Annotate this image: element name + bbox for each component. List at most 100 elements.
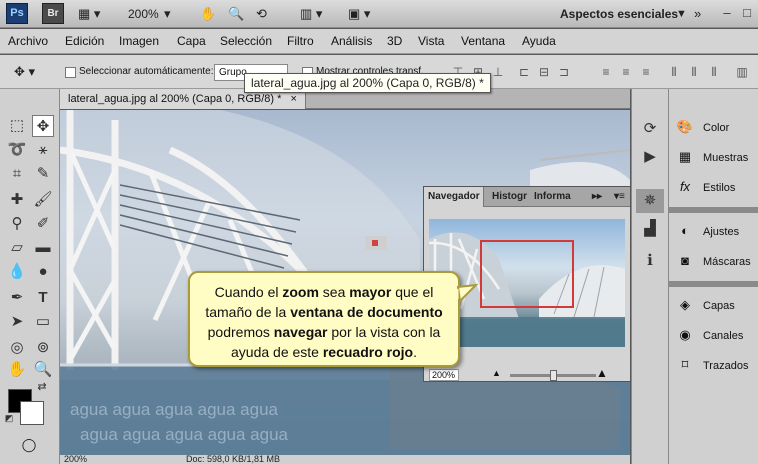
auto-align-icon[interactable]: ▥ bbox=[734, 64, 750, 80]
menu-filtro[interactable]: Filtro bbox=[287, 29, 314, 54]
distribute-hcenter-icon[interactable]: ⫴ bbox=[686, 64, 702, 80]
zoom-in-icon[interactable]: ▲ bbox=[596, 366, 608, 380]
menu-edicion[interactable]: Edición bbox=[65, 29, 104, 54]
hand-tool-panel-icon[interactable]: ✋ bbox=[6, 359, 28, 381]
zoom-level-select[interactable]: 200% bbox=[128, 4, 159, 24]
panel-label: Trazados bbox=[703, 360, 749, 372]
panel-capas[interactable]: ◈ Capas bbox=[675, 294, 757, 316]
panel-label: Estilos bbox=[703, 182, 736, 194]
callout-bold: mayor bbox=[349, 284, 392, 300]
panel-mascaras[interactable]: ◙ Máscaras bbox=[675, 250, 757, 272]
histogram-panel-icon[interactable]: ▟ bbox=[636, 217, 664, 241]
crop-tool-icon[interactable]: ⌗ bbox=[6, 163, 28, 185]
tab-navegador[interactable]: Navegador bbox=[424, 187, 484, 207]
default-colors-icon[interactable]: ◩ bbox=[2, 411, 16, 425]
panel-muestras[interactable]: ▦ Muestras bbox=[675, 146, 757, 168]
panel-ajustes[interactable]: ◐ Ajustes bbox=[675, 220, 757, 242]
expand-panel-icon[interactable]: ▸▸ bbox=[588, 187, 606, 207]
panel-color[interactable]: 🎨 Color bbox=[675, 116, 757, 138]
canvas-watermark: agua agua agua agua agua bbox=[70, 400, 279, 419]
distribute-right-icon[interactable]: ⫴ bbox=[706, 64, 722, 80]
eraser-icon[interactable]: ▱ bbox=[6, 237, 28, 259]
navigator-panel-icon[interactable]: ✵ bbox=[636, 189, 664, 213]
3d-orbit-icon[interactable]: ⊚ bbox=[32, 337, 54, 359]
brush-tool-icon[interactable]: 🖌 bbox=[32, 189, 54, 211]
maximize-icon[interactable]: □ bbox=[738, 4, 756, 22]
align-hcenter-icon[interactable]: ⊟ bbox=[536, 64, 552, 80]
auto-select-checkbox[interactable] bbox=[65, 67, 76, 78]
distribute-top-icon[interactable]: ≡ bbox=[598, 64, 614, 80]
zoom-dropdown-icon[interactable]: ▾ bbox=[164, 4, 171, 24]
eyedropper-icon[interactable]: ✎ bbox=[32, 163, 54, 185]
align-bottom-icon[interactable]: ⊥ bbox=[490, 64, 506, 80]
screen-mode-icon[interactable]: ▣ ▾ bbox=[348, 4, 370, 24]
history-brush-icon[interactable]: ✐ bbox=[32, 213, 54, 235]
zoom-tool-icon[interactable]: 🔍 bbox=[228, 4, 244, 24]
menu-imagen[interactable]: Imagen bbox=[119, 29, 159, 54]
gradient-tool-icon[interactable]: ▬ bbox=[32, 237, 54, 259]
status-zoom[interactable]: 200% bbox=[64, 455, 87, 464]
menu-ayuda[interactable]: Ayuda bbox=[522, 29, 556, 54]
lasso-tool-icon[interactable]: ➰ bbox=[6, 139, 28, 161]
panel-menu-icon[interactable]: ▾≡ bbox=[610, 187, 629, 207]
navigator-zoom-slider[interactable] bbox=[510, 370, 596, 381]
menu-capa[interactable]: Capa bbox=[177, 29, 206, 54]
distribute-vcenter-icon[interactable]: ≡ bbox=[618, 64, 634, 80]
minimize-icon[interactable]: – bbox=[718, 4, 736, 22]
dodge-tool-icon[interactable]: ● bbox=[32, 261, 54, 283]
more-workspaces-icon[interactable]: » bbox=[694, 4, 701, 24]
close-document-icon[interactable]: × bbox=[290, 93, 296, 105]
marquee-tool-icon[interactable]: ⬚ bbox=[6, 115, 28, 137]
masks-panel-icon: ◙ bbox=[681, 253, 689, 268]
workspace-dropdown-icon[interactable]: ▼ bbox=[676, 4, 687, 24]
clone-stamp-icon[interactable]: ⚲ bbox=[6, 213, 28, 235]
align-right-icon[interactable]: ⊐ bbox=[556, 64, 572, 80]
path-selection-icon[interactable]: ➤ bbox=[6, 311, 28, 333]
workspace-switcher[interactable]: Aspectos esenciales bbox=[560, 4, 678, 24]
menu-seleccion[interactable]: Selección bbox=[220, 29, 272, 54]
status-doc-size: Doc: 598,0 KB/1,81 MB bbox=[186, 454, 281, 464]
menu-ventana[interactable]: Ventana bbox=[461, 29, 505, 54]
tab-histograma[interactable]: Histogr bbox=[488, 187, 528, 207]
type-tool-icon[interactable]: T bbox=[32, 287, 54, 309]
view-extras-icon[interactable]: ▦ ▾ bbox=[78, 4, 100, 24]
panel-trazados[interactable]: ⌑ Trazados bbox=[675, 354, 757, 376]
menu-vista[interactable]: Vista bbox=[418, 29, 444, 54]
application-bar: Ps Br ▦ ▾ 200% ▾ ✋ 🔍 ⟲ ▥ ▾ ▣ ▾ Aspectos … bbox=[0, 0, 758, 28]
menu-analisis[interactable]: Análisis bbox=[331, 29, 372, 54]
slider-knob[interactable] bbox=[550, 370, 557, 381]
zoom-tool-panel-icon[interactable]: 🔍 bbox=[32, 359, 54, 381]
arrange-documents-icon[interactable]: ▥ ▾ bbox=[300, 4, 322, 24]
info-panel-icon[interactable]: ℹ bbox=[636, 249, 664, 273]
panel-estilos[interactable]: fx Estilos bbox=[675, 176, 757, 198]
swatches-panel-icon: ▦ bbox=[678, 149, 692, 164]
panel-divider bbox=[669, 281, 758, 287]
document-tooltip: lateral_agua.jpg al 200% (Capa 0, RGB/8)… bbox=[244, 73, 491, 93]
distribute-left-icon[interactable]: ⫴ bbox=[666, 64, 682, 80]
callout-pointer bbox=[456, 283, 478, 304]
background-color-swatch[interactable] bbox=[20, 401, 44, 425]
panel-canales[interactable]: ◉ Canales bbox=[675, 324, 757, 346]
magic-wand-icon[interactable]: ⚹ bbox=[32, 139, 54, 161]
blur-tool-icon[interactable]: 💧 bbox=[6, 261, 28, 283]
actions-panel-icon[interactable]: ▶ bbox=[636, 145, 664, 169]
move-tool-preset-icon[interactable]: ✥ ▾ bbox=[14, 62, 35, 82]
menu-3d[interactable]: 3D bbox=[387, 29, 402, 54]
menu-archivo[interactable]: Archivo bbox=[8, 29, 48, 54]
swap-colors-icon[interactable]: ⇄ bbox=[34, 379, 50, 395]
distribute-bottom-icon[interactable]: ≡ bbox=[638, 64, 654, 80]
rectangle-tool-icon[interactable]: ▭ bbox=[32, 311, 54, 333]
healing-brush-icon[interactable]: ✚ bbox=[6, 189, 28, 211]
zoom-out-icon[interactable]: ▲ bbox=[492, 368, 501, 378]
bridge-button[interactable]: Br bbox=[42, 3, 64, 24]
rotate-view-icon[interactable]: ⟲ bbox=[256, 4, 267, 24]
history-panel-icon[interactable]: ⟳ bbox=[636, 117, 664, 141]
navigator-zoom-field[interactable]: 200% bbox=[429, 369, 459, 381]
pen-tool-icon[interactable]: ✒ bbox=[6, 287, 28, 309]
hand-tool-icon[interactable]: ✋ bbox=[200, 4, 216, 24]
move-tool-icon[interactable]: ✥ bbox=[32, 115, 54, 137]
3d-rotate-icon[interactable]: ◎ bbox=[6, 337, 28, 359]
tab-informacion[interactable]: Informa bbox=[530, 187, 572, 207]
quick-mask-icon[interactable]: ◯ bbox=[18, 437, 40, 453]
align-left-icon[interactable]: ⊏ bbox=[516, 64, 532, 80]
